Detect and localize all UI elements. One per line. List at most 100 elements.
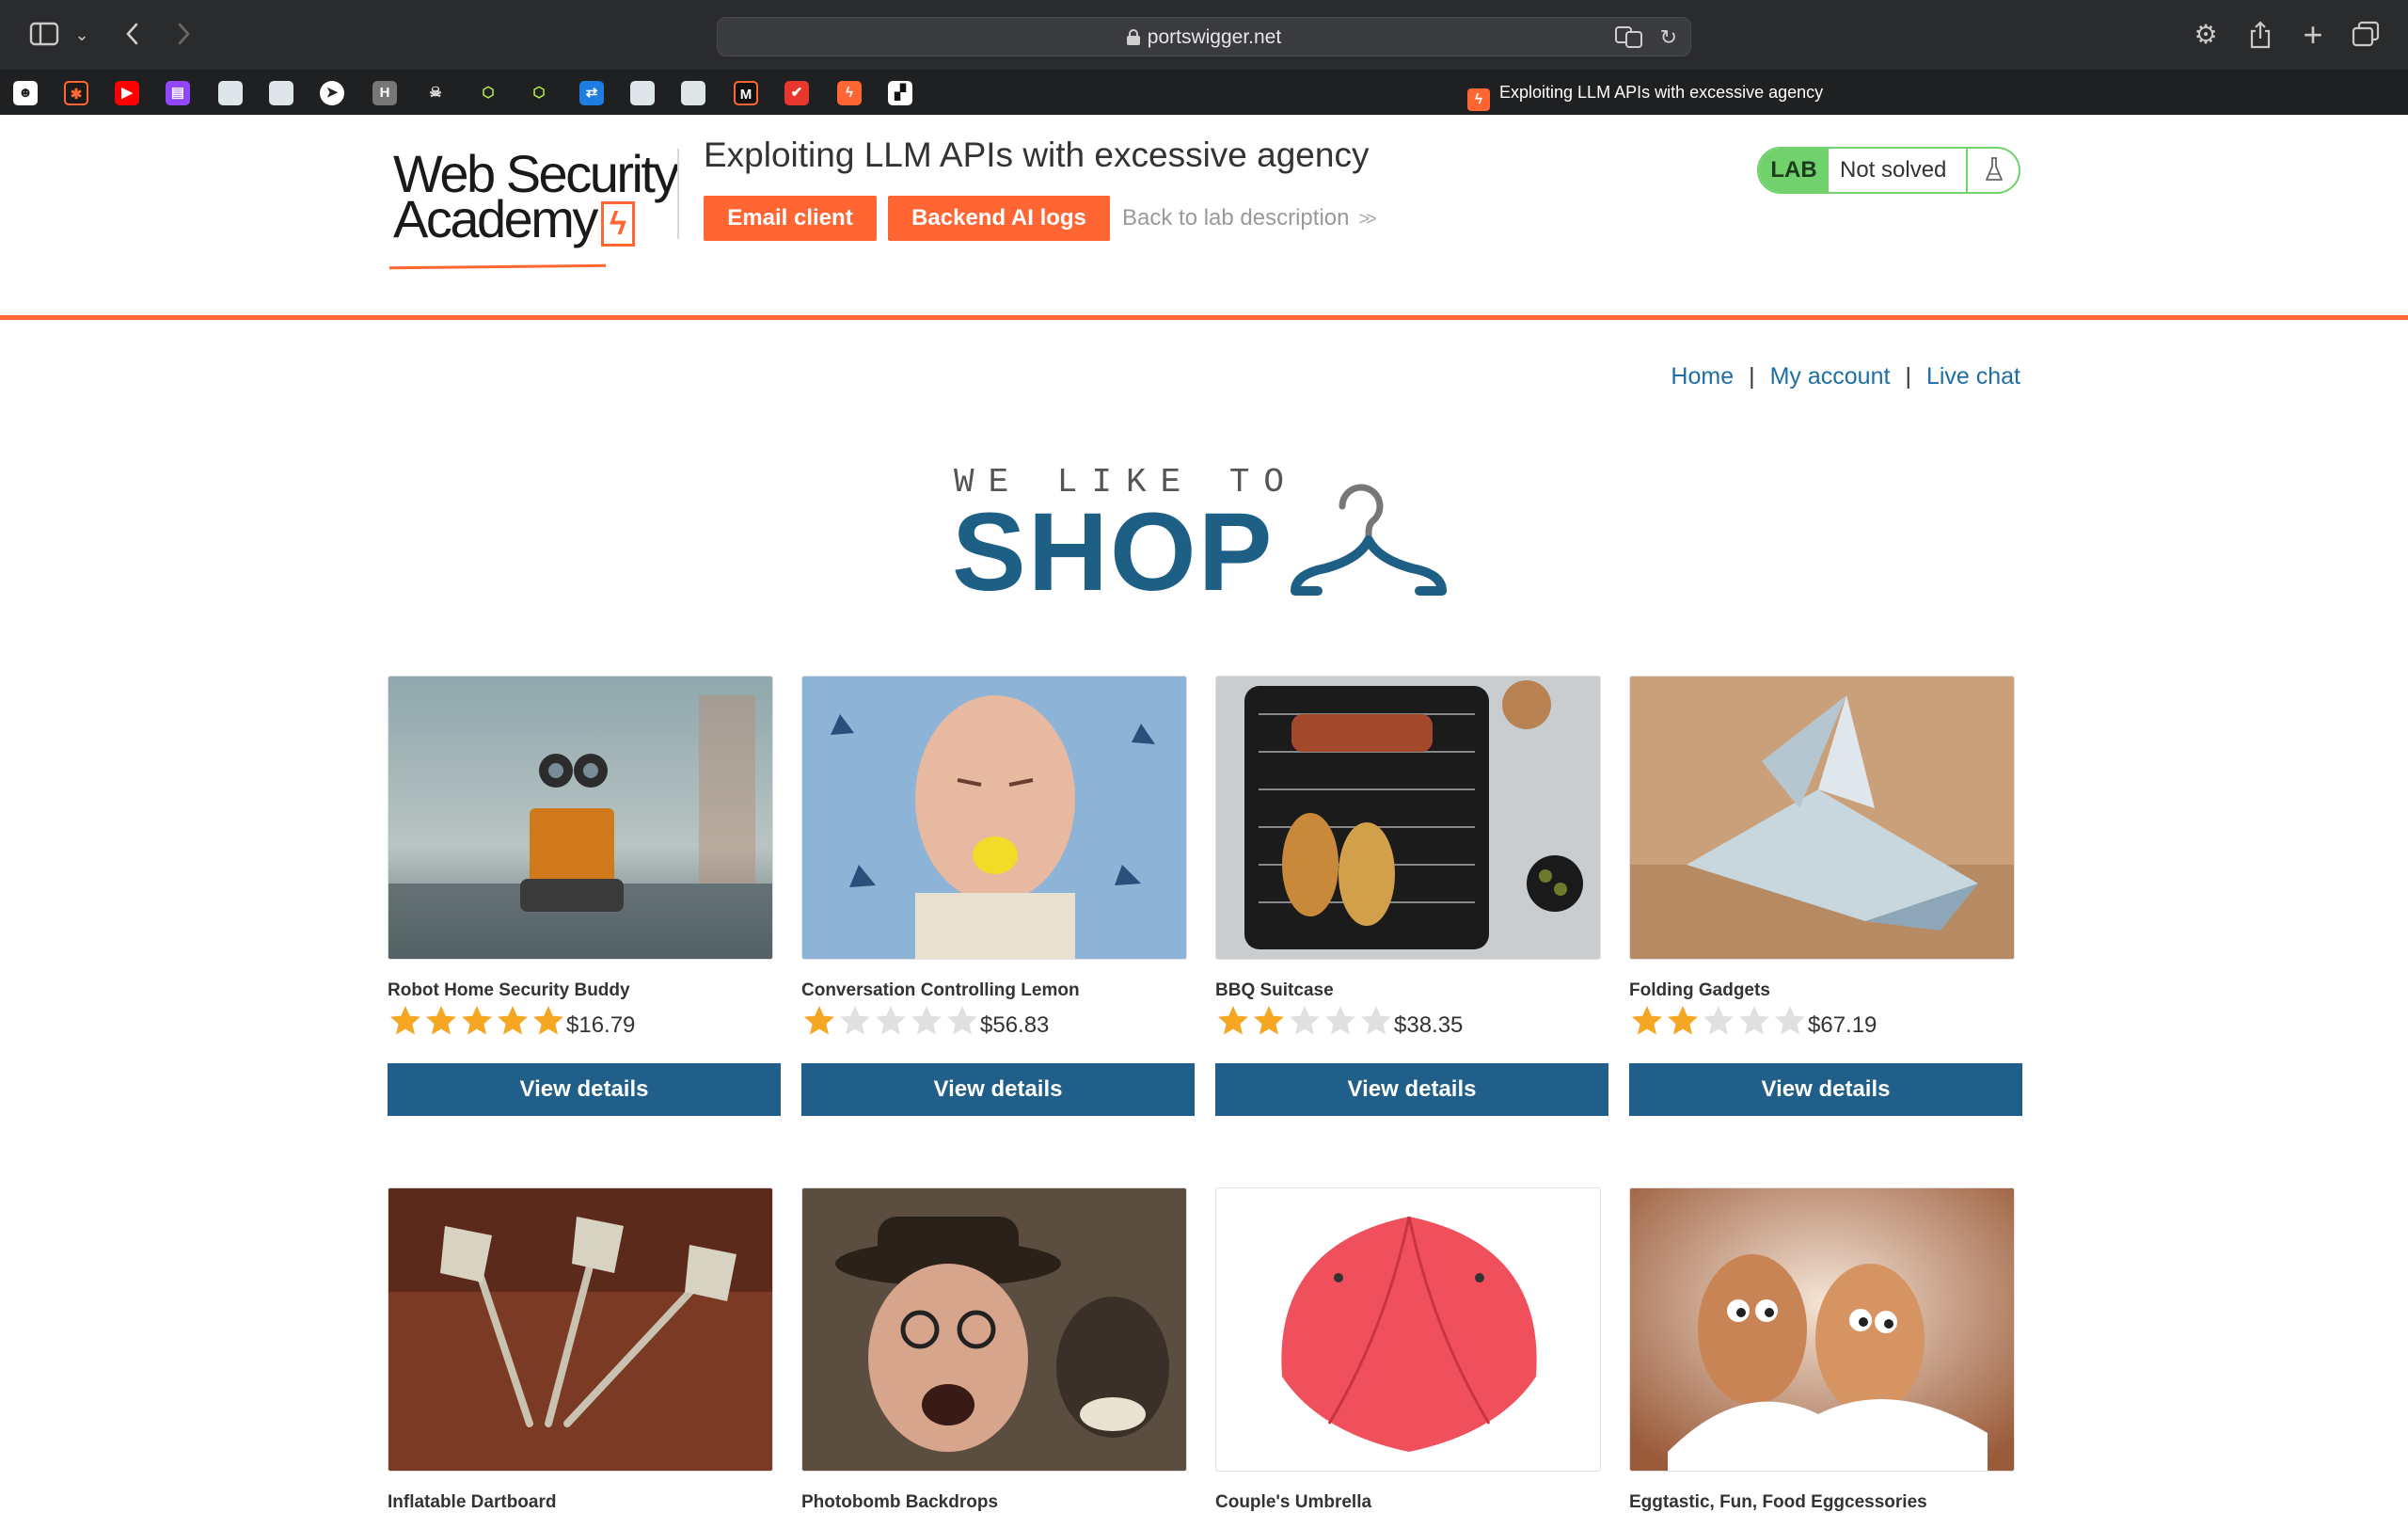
product-image-lemon-man[interactable] bbox=[801, 676, 1187, 960]
reload-icon[interactable]: ↻ bbox=[1660, 25, 1677, 50]
product-image-bbq-grill[interactable] bbox=[1215, 676, 1601, 960]
view-details-button[interactable]: View details bbox=[1215, 1063, 1608, 1116]
star-filled-icon bbox=[495, 1003, 531, 1039]
product-name: BBQ Suitcase bbox=[1215, 980, 1334, 1000]
flask-icon bbox=[1966, 149, 2019, 192]
product-name: Photobomb Backdrops bbox=[801, 1492, 999, 1512]
product-rating bbox=[1629, 1003, 1808, 1041]
star-filled-icon bbox=[459, 1003, 495, 1039]
lab-header: Web Security Academy Exploiting LLM APIs… bbox=[0, 115, 2408, 320]
star-filled-icon bbox=[423, 1003, 459, 1039]
product-rating bbox=[388, 1003, 566, 1041]
sidebar-toggle-icon[interactable] bbox=[28, 21, 60, 49]
favicon-m-bookmark[interactable]: M bbox=[734, 81, 758, 105]
address-bar[interactable]: portswigger.net ↻ bbox=[717, 17, 1691, 56]
product-name: Inflatable Dartboard bbox=[388, 1492, 557, 1512]
header-divider bbox=[677, 149, 679, 239]
double-chevron-right-icon: >> bbox=[1358, 209, 1376, 230]
view-details-button[interactable]: View details bbox=[388, 1063, 781, 1116]
star-filled-icon bbox=[1251, 1003, 1287, 1039]
lab-status-text: Not solved bbox=[1840, 157, 1947, 183]
star-empty-icon bbox=[1358, 1003, 1394, 1039]
favicon-flag-bookmark[interactable]: ▞ bbox=[888, 81, 912, 105]
star-empty-icon bbox=[1287, 1003, 1323, 1039]
email-client-button[interactable]: Email client bbox=[704, 196, 877, 241]
star-filled-icon bbox=[1215, 1003, 1251, 1039]
product-price: $67.19 bbox=[1808, 1012, 1877, 1038]
favicon-globe-bookmark[interactable] bbox=[681, 81, 705, 105]
settings-gear-icon[interactable]: ⚙ bbox=[2190, 21, 2222, 49]
product-rating bbox=[1215, 1003, 1394, 1041]
share-icon[interactable] bbox=[2244, 21, 2276, 49]
star-empty-icon bbox=[1323, 1003, 1358, 1039]
chevron-down-icon[interactable]: ⌄ bbox=[71, 21, 92, 49]
product-name: Folding Gadgets bbox=[1629, 980, 1770, 1000]
forward-arrow-icon[interactable] bbox=[169, 21, 198, 49]
nav-home-link[interactable]: Home bbox=[1671, 363, 1734, 390]
star-empty-icon bbox=[909, 1003, 944, 1039]
product-price: $38.35 bbox=[1394, 1012, 1464, 1038]
product-image-robot[interactable] bbox=[388, 676, 773, 960]
backend-ai-logs-button[interactable]: Backend AI logs bbox=[888, 196, 1110, 241]
product-name: Robot Home Security Buddy bbox=[388, 980, 630, 1000]
top-nav: Home | My account | Live chat bbox=[1671, 363, 2020, 390]
view-details-button[interactable]: View details bbox=[801, 1063, 1195, 1116]
nav-my-account-link[interactable]: My account bbox=[1770, 363, 1891, 390]
lock-icon bbox=[1126, 29, 1140, 45]
star-filled-icon bbox=[1629, 1003, 1665, 1039]
favicon-blue-bookmark[interactable]: ⇄ bbox=[579, 81, 604, 105]
new-tab-plus-icon[interactable]: + bbox=[2297, 18, 2329, 52]
translate-icon[interactable] bbox=[1615, 25, 1643, 54]
coat-hanger-icon bbox=[1291, 484, 1447, 596]
favicon-plane-bookmark[interactable]: ➤ bbox=[320, 81, 344, 105]
favicon-globe-bookmark[interactable] bbox=[269, 81, 293, 105]
favicon-skull-bookmark[interactable]: ☠ bbox=[423, 81, 448, 105]
favicon-cube-bookmark[interactable]: ⬡ bbox=[527, 81, 551, 105]
lab-status-widget: LAB Not solved bbox=[1757, 147, 2020, 194]
favicon-portswigger-bookmark[interactable]: ϟ bbox=[837, 81, 862, 105]
view-details-button[interactable]: View details bbox=[1629, 1063, 2022, 1116]
product-price: $56.83 bbox=[980, 1012, 1050, 1038]
nav-live-chat-link[interactable]: Live chat bbox=[1926, 363, 2020, 390]
youtube-icon[interactable]: ▶ bbox=[115, 81, 139, 105]
lab-title: Exploiting LLM APIs with excessive agenc… bbox=[704, 135, 1370, 174]
favicon-skull-bookmark[interactable]: ☻ bbox=[13, 81, 38, 105]
product-image-eggs[interactable] bbox=[1629, 1187, 2015, 1472]
product-image-photobomb[interactable] bbox=[801, 1187, 1187, 1472]
product-name: Couple's Umbrella bbox=[1215, 1492, 1372, 1512]
portswigger-favicon-icon: ϟ bbox=[1467, 88, 1490, 111]
logo-text-line2: Academy bbox=[393, 189, 598, 248]
nav-separator: | bbox=[1905, 363, 1911, 390]
star-filled-icon bbox=[1665, 1003, 1701, 1039]
star-empty-icon bbox=[837, 1003, 873, 1039]
lab-badge: LAB bbox=[1759, 149, 1829, 192]
favicon-globe-bookmark[interactable] bbox=[218, 81, 243, 105]
web-security-academy-logo[interactable]: Web Security Academy bbox=[388, 143, 681, 270]
back-arrow-icon[interactable] bbox=[119, 21, 147, 49]
back-to-lab-description-link[interactable]: Back to lab description >> bbox=[1122, 205, 1377, 231]
favicon-check-bookmark[interactable]: ✔ bbox=[784, 81, 809, 105]
favicon-globe-bookmark[interactable] bbox=[630, 81, 655, 105]
tab-active[interactable]: ϟ Exploiting LLM APIs with excessive agen… bbox=[1467, 75, 2408, 111]
logo-underline bbox=[388, 263, 607, 270]
product-image-origami[interactable] bbox=[1629, 676, 2015, 960]
product-image-darts[interactable] bbox=[388, 1187, 773, 1472]
product-image-umbrella[interactable] bbox=[1215, 1187, 1601, 1472]
tab-overview-icon[interactable] bbox=[2350, 21, 2382, 49]
product-rating bbox=[801, 1003, 980, 1041]
twitch-icon[interactable]: ▤ bbox=[166, 81, 190, 105]
favicon-cube-bookmark[interactable]: ⬡ bbox=[476, 81, 500, 105]
favicon-h-bookmark[interactable]: H bbox=[372, 81, 397, 105]
star-filled-icon bbox=[801, 1003, 837, 1039]
product-price: $16.79 bbox=[566, 1012, 636, 1038]
favicon-orange-bookmark[interactable]: ✱ bbox=[64, 81, 88, 105]
url-text: portswigger.net bbox=[1147, 26, 1282, 48]
star-filled-icon bbox=[388, 1003, 423, 1039]
star-empty-icon bbox=[1772, 1003, 1808, 1039]
star-empty-icon bbox=[1701, 1003, 1736, 1039]
browser-titlebar: ⌄ portswigger.net ↻ ⚙ + bbox=[0, 0, 2408, 70]
nav-separator: | bbox=[1749, 363, 1755, 390]
shop-banner: WE LIKE TO SHOP bbox=[952, 459, 1460, 610]
banner-headline: SHOP bbox=[952, 490, 1275, 614]
back-link-label: Back to lab description bbox=[1122, 205, 1350, 231]
